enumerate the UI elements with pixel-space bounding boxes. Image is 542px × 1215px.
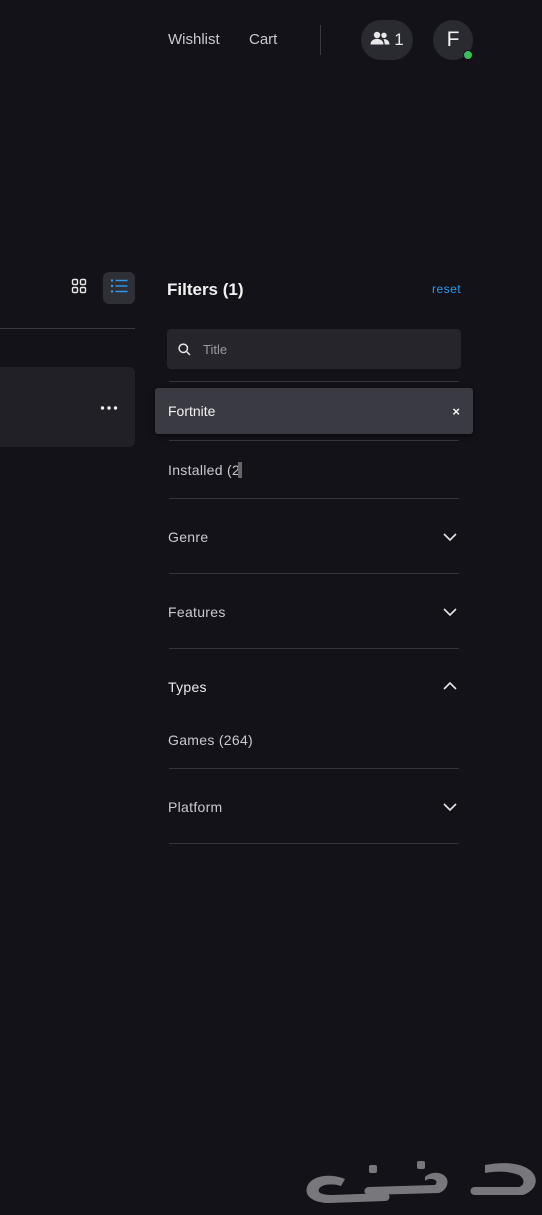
friends-icon — [370, 31, 390, 50]
friends-count: 1 — [394, 30, 404, 49]
list-icon — [110, 278, 128, 299]
genre-group-toggle[interactable] — [168, 517, 460, 557]
grid-view-button[interactable] — [63, 272, 95, 304]
online-status-dot — [463, 50, 473, 60]
platform-label: Platform — [168, 799, 223, 815]
active-filter-chip[interactable]: Fortnite × — [155, 388, 473, 434]
filters-title: Filters (1) — [167, 280, 244, 299]
filter-divider — [169, 381, 459, 382]
chip-label: Fortnite — [168, 403, 216, 419]
chevron-down-icon — [442, 604, 458, 620]
genre-label: Genre — [168, 529, 209, 545]
filter-divider — [169, 498, 459, 499]
filter-divider — [169, 648, 459, 649]
title-search-field[interactable] — [167, 329, 461, 369]
title-search-input[interactable] — [203, 341, 443, 357]
reset-filters-link[interactable]: reset — [432, 282, 461, 296]
features-label: Features — [168, 604, 226, 620]
watermark-logo — [305, 1155, 537, 1207]
filter-divider — [169, 573, 459, 574]
grid-icon — [71, 278, 87, 299]
friends-button[interactable]: 1 — [361, 20, 413, 60]
avatar-initial: F — [446, 28, 460, 51]
library-divider — [0, 328, 135, 329]
chevron-down-icon — [442, 529, 458, 545]
more-icon — [100, 397, 118, 415]
installed-filter[interactable]: Installed (2 — [168, 462, 243, 478]
installed-label: Installed (2 — [168, 462, 241, 478]
wishlist-link[interactable]: Wishlist — [168, 31, 220, 48]
filter-divider — [169, 440, 459, 441]
types-group-toggle[interactable] — [168, 667, 460, 707]
chevron-down-icon — [442, 799, 458, 815]
chevron-up-icon — [442, 678, 458, 694]
search-icon — [178, 342, 191, 356]
filter-divider — [169, 843, 459, 844]
types-label: Types — [168, 679, 207, 695]
cart-link[interactable]: Cart — [249, 31, 277, 48]
remove-chip-icon[interactable]: × — [452, 404, 460, 419]
types-option-games[interactable]: Games (264) — [168, 732, 253, 748]
text-cursor — [238, 462, 243, 478]
list-view-button[interactable] — [103, 272, 135, 304]
more-options-button[interactable] — [99, 398, 119, 414]
filter-divider — [169, 768, 459, 769]
nav-divider — [320, 25, 321, 55]
